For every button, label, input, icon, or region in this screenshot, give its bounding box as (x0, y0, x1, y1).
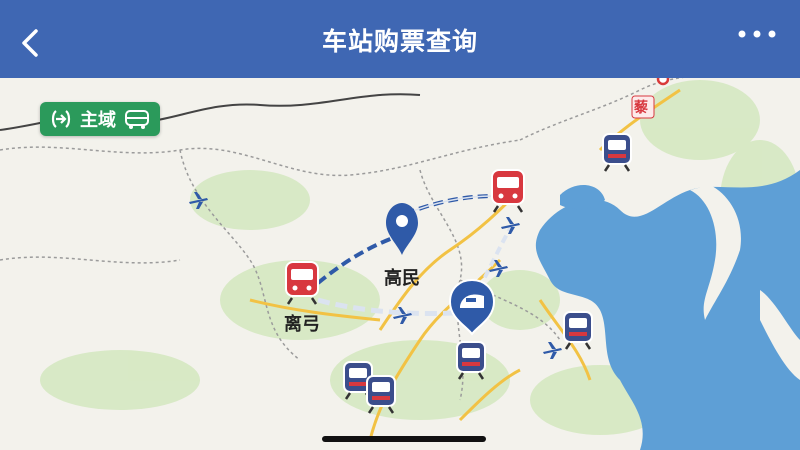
bus-icon (125, 110, 149, 129)
page-title: 车站购票查询 (321, 27, 478, 56)
home-indicator[interactable] (322, 436, 486, 442)
city-label-a: 离弓 (284, 314, 320, 335)
region-badge[interactable]: 主域 (40, 102, 160, 136)
top-bar: 车站购票查询 (0, 0, 800, 78)
region-badge-label: 主域 (80, 110, 116, 131)
app-screen: 车站购票查询 主域 高民 离弓 藜 (0, 0, 800, 450)
corner-tag-label: 藜 (634, 100, 648, 116)
arrow-right-icon (51, 110, 71, 128)
more-icon[interactable] (734, 24, 780, 44)
city-label-b: 高民 (384, 268, 420, 289)
